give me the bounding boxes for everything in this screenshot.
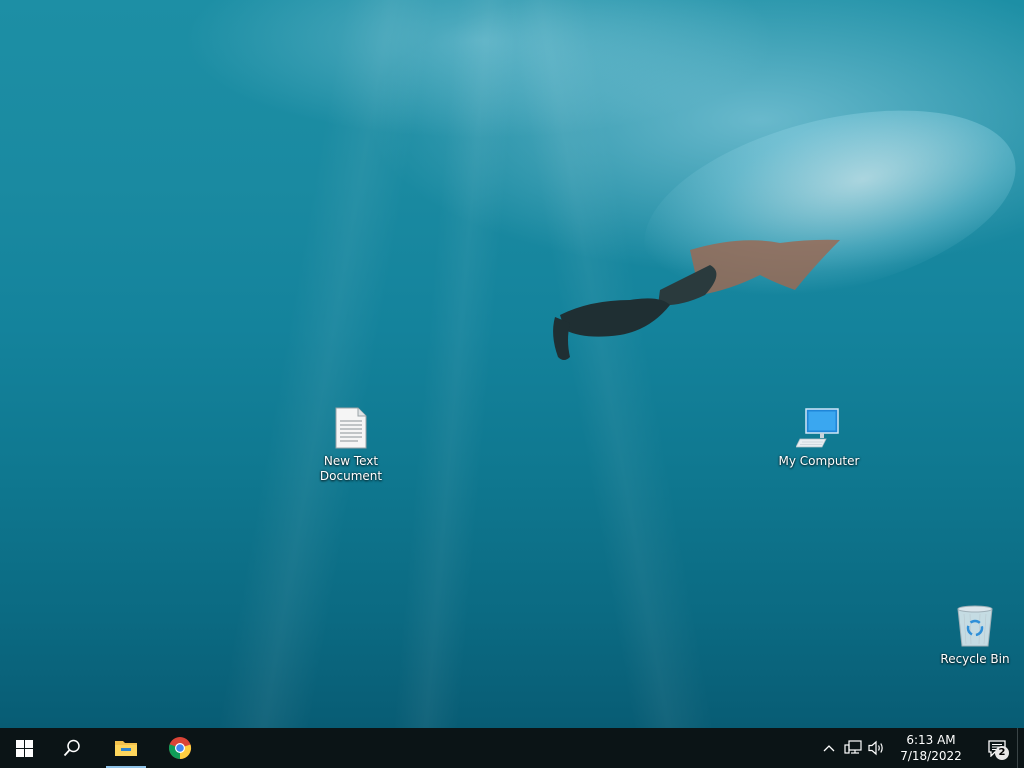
- wallpaper-light-rays: [0, 0, 1024, 728]
- text-document-icon: [327, 404, 375, 452]
- desktop-icon-label: Recycle Bin: [940, 652, 1010, 666]
- chrome-icon: [168, 737, 192, 760]
- wallpaper-diver-image: [553, 239, 840, 360]
- desktop-icon-label: My Computer: [778, 454, 860, 468]
- system-tray: 6:13 AM 7/18/2022 2: [817, 728, 1024, 768]
- recycle-bin-icon: [951, 602, 999, 650]
- start-button[interactable]: [0, 728, 48, 768]
- search-icon: [63, 739, 80, 757]
- desktop-icon-label: New Text Document: [319, 454, 383, 483]
- computer-monitor-icon: [795, 404, 843, 452]
- network-button[interactable]: [841, 728, 865, 768]
- desktop[interactable]: New Text Document My Computer Recycle Bi…: [0, 0, 1024, 728]
- action-center-button[interactable]: 2: [977, 728, 1017, 768]
- windows-logo-icon: [15, 739, 33, 757]
- chevron-up-icon: [823, 745, 835, 752]
- volume-button[interactable]: [865, 728, 889, 768]
- clock-time: 6:13 AM: [906, 733, 956, 747]
- desktop-icon-recycle-bin[interactable]: Recycle Bin: [930, 602, 1020, 667]
- desktop-icon-my-computer[interactable]: My Computer: [774, 404, 864, 469]
- taskbar-clock[interactable]: 6:13 AM 7/18/2022: [893, 732, 969, 764]
- clock-date: 7/18/2022: [900, 749, 962, 763]
- show-hidden-icons-button[interactable]: [817, 728, 841, 768]
- taskbar-app-chrome[interactable]: [156, 728, 204, 768]
- taskbar-app-file-explorer[interactable]: [102, 728, 150, 768]
- taskbar: 6:13 AM 7/18/2022 2: [0, 728, 1024, 768]
- folder-icon: [115, 741, 137, 756]
- notification-count-badge: 2: [995, 746, 1009, 760]
- search-button[interactable]: [48, 728, 96, 768]
- desktop-icon-new-text-document[interactable]: New Text Document: [306, 404, 396, 484]
- network-icon: [844, 740, 862, 754]
- volume-icon: [868, 740, 883, 756]
- show-desktop-button[interactable]: [1017, 728, 1024, 768]
